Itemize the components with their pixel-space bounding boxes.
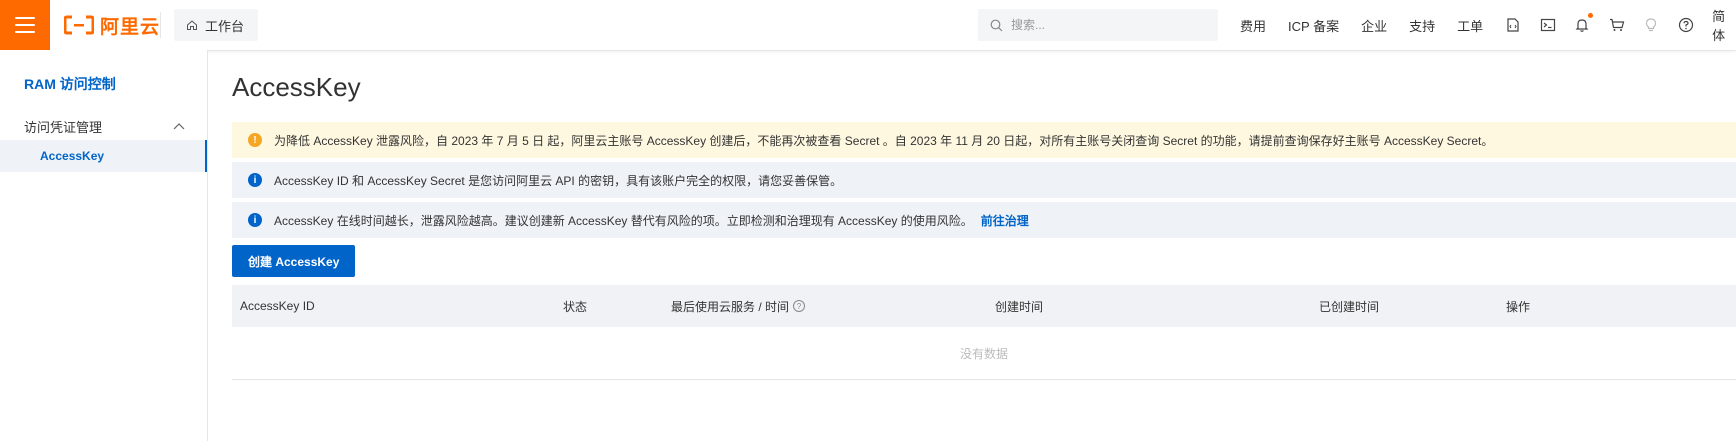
help-icon[interactable] [1678,16,1695,34]
logo-text: 阿里云 [100,16,161,38]
empty-state-text: 没有数据 [959,346,1008,361]
header-nav: 费用 ICP 备案 企业 支持 工单 简体 [1240,0,1736,50]
table-header: AccessKey ID 状态 最后使用云服务 / 时间 ? 创建时间 已创建时… [232,285,1736,327]
page-title: AccessKey [232,72,361,102]
info-alert-1-text: AccessKey ID 和 AccessKey Secret 是您访问阿里云 … [274,173,843,188]
main-content: AccessKey ! 为降低 AccessKey 泄露风险，自 2023 年 … [232,50,1736,441]
chevron-up-icon [173,123,185,130]
search-icon [990,19,1003,31]
nav-billing[interactable]: 费用 [1240,16,1266,35]
home-icon [187,20,197,30]
create-accesskey-button[interactable]: 创建 AccessKey [232,245,356,277]
terminal-icon[interactable] [1540,16,1557,34]
workbench-button[interactable]: 工作台 [174,9,259,41]
sidebar-title[interactable]: RAM 访问控制 [24,74,116,94]
cloud-shell-code-icon[interactable] [1505,16,1522,34]
info-icon: i [248,213,262,227]
notification-bell-icon[interactable] [1574,13,1593,34]
aliyun-logo-mark-icon [64,15,94,35]
header-divider [160,12,161,38]
accesskey-table: AccessKey ID 状态 最后使用云服务 / 时间 ? 创建时间 已创建时… [232,285,1736,380]
top-navigation-bar: 阿里云 工作台 费用 ICP 备案 企业 支持 工单 [0,0,1736,51]
lightbulb-icon[interactable] [1643,16,1660,34]
nav-icp[interactable]: ICP 备案 [1288,16,1339,35]
column-header-created-time: 创建时间 [995,299,1044,314]
column-header-id: AccessKey ID [240,299,315,313]
column-header-age: 已创建时间 [1319,299,1380,314]
warning-icon: ! [248,133,262,147]
search-box[interactable] [978,9,1218,41]
column-header-actions: 操作 [1506,299,1531,314]
notification-dot [1587,13,1593,18]
column-header-last-used: 最后使用云服务 / 时间 ? [671,285,806,327]
info-alert-2: i AccessKey 在线时间越长，泄露风险越高。建议创建新 AccessKe… [232,202,1736,238]
info-alert-2-text: AccessKey 在线时间越长，泄露风险越高。建议创建新 AccessKey … [274,213,973,228]
nav-support[interactable]: 支持 [1409,16,1435,35]
info-alert-1: i AccessKey ID 和 AccessKey Secret 是您访问阿里… [232,162,1736,198]
info-icon: i [248,173,262,187]
warning-alert-text: 为降低 AccessKey 泄露风险，自 2023 年 7 月 5 日 起，阿里… [274,133,1494,148]
govern-link[interactable]: 前往治理 [981,212,1029,229]
warning-alert: ! 为降低 AccessKey 泄露风险，自 2023 年 7 月 5 日 起，… [232,122,1736,158]
sidebar-group-credentials[interactable]: 访问凭证管理 [0,112,207,140]
question-icon[interactable]: ? [793,300,806,312]
search-input[interactable] [1009,17,1203,33]
nav-enterprise[interactable]: 企业 [1361,16,1387,35]
sidebar-item-accesskey[interactable]: AccessKey [0,140,207,172]
table-body: 没有数据 [232,327,1736,380]
sidebar-item-label: AccessKey [40,149,105,163]
column-header-status: 状态 [563,299,588,314]
nav-ticket[interactable]: 工单 [1457,16,1483,35]
workbench-label: 工作台 [205,18,245,34]
sidebar-group-label: 访问凭证管理 [24,119,103,135]
sidebar: RAM 访问控制 访问凭证管理 AccessKey [0,50,208,441]
shopping-cart-icon[interactable] [1609,16,1626,34]
menu-icon[interactable] [0,0,50,50]
language-switcher[interactable]: 简体 [1712,6,1736,44]
aliyun-logo[interactable]: 阿里云 [64,13,161,38]
